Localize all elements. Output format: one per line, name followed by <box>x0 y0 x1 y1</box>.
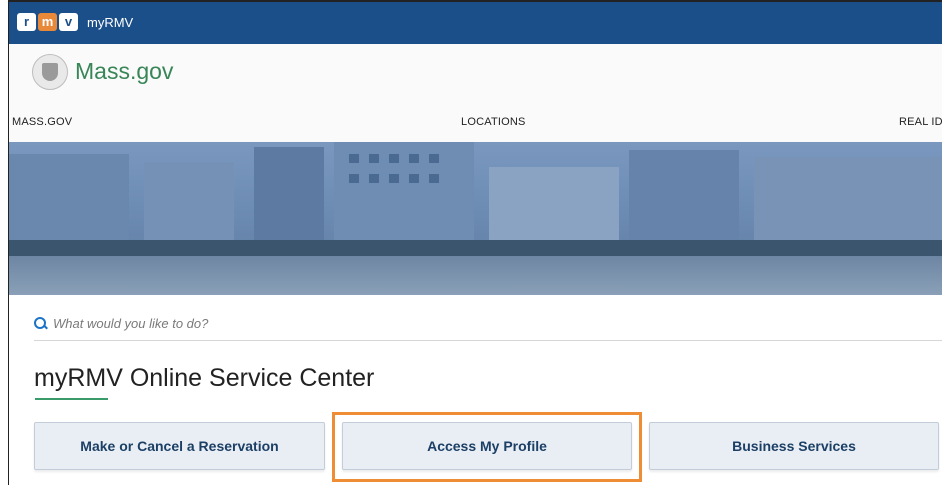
site-name[interactable]: Mass.gov <box>75 58 173 85</box>
page-title: myRMV Online Service Center <box>34 364 375 392</box>
mass-gov-header: Mass.gov MASS.GOV LOCATIONS REAL ID <box>9 44 942 142</box>
hero-window <box>369 154 379 163</box>
nav-item-real-id[interactable]: REAL ID <box>899 116 942 128</box>
hero-image <box>9 142 942 295</box>
hero-window <box>389 154 399 163</box>
hero-window <box>429 174 439 183</box>
search-bar <box>34 316 653 331</box>
title-underline <box>35 398 108 400</box>
app-name[interactable]: myRMV <box>87 15 133 30</box>
hero-window <box>409 174 419 183</box>
browser-frame: r m v myRMV Mass.gov MASS.GOV LOCATIONS … <box>8 0 942 485</box>
hero-building <box>254 147 324 242</box>
logo-letter-r: r <box>17 13 36 31</box>
logo-letter-m: m <box>38 13 57 31</box>
rmv-logo[interactable]: r m v <box>17 13 78 31</box>
nav-item-mass-gov[interactable]: MASS.GOV <box>12 116 72 128</box>
massachusetts-seal-icon[interactable] <box>32 54 68 90</box>
nav-item-locations[interactable]: LOCATIONS <box>461 116 526 128</box>
top-bar: r m v myRMV <box>9 0 942 44</box>
hero-window <box>429 154 439 163</box>
hero-window <box>349 154 359 163</box>
search-icon[interactable] <box>34 317 47 330</box>
hero-building <box>629 150 739 242</box>
hero-window <box>389 174 399 183</box>
hero-building <box>144 162 234 242</box>
hero-building <box>489 167 619 242</box>
hero-building <box>9 154 129 244</box>
hero-window <box>369 174 379 183</box>
make-or-cancel-reservation-button[interactable]: Make or Cancel a Reservation <box>34 422 325 470</box>
business-services-button[interactable]: Business Services <box>649 422 939 470</box>
hero-overpass <box>9 240 942 256</box>
hero-window <box>349 174 359 183</box>
search-input[interactable] <box>53 316 653 331</box>
search-divider <box>34 340 942 341</box>
hero-building <box>754 157 942 242</box>
highlight-box <box>332 412 642 482</box>
hero-window <box>409 154 419 163</box>
logo-letter-v: v <box>59 13 78 31</box>
hero-street <box>9 256 942 295</box>
